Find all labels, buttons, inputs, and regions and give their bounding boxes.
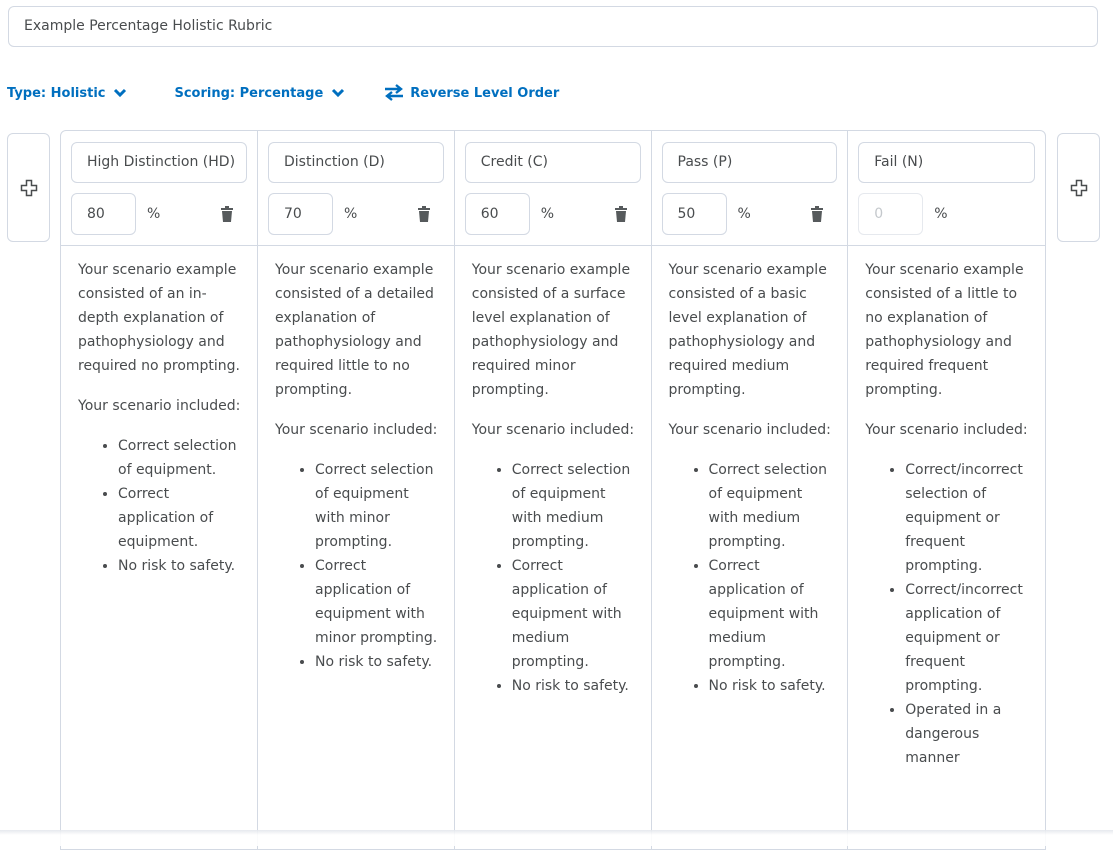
reverse-level-order-button[interactable]: Reverse Level Order [384,84,559,102]
chevron-down-icon [114,88,127,98]
level-percent-input[interactable]: 60 [464,193,530,235]
criteria-bullet: Correct application of equipment with me… [709,554,834,674]
criteria-bullet: Correct application of equipment with me… [512,554,637,674]
level-name-input[interactable]: Credit (C) [464,142,641,183]
level-header: Fail (N) 0 % [848,131,1045,246]
criteria-bullet: Correct selection of equipment with medi… [512,458,637,554]
level-description[interactable]: Your scenario example consisted of a bas… [652,246,848,698]
criteria-list: Correct/incorrect selection of equipment… [865,458,1031,770]
level-column: Credit (C) 60 % Your scenario example co… [454,131,652,849]
percent-sign: % [737,206,751,222]
rubric-name-input[interactable]: Example Percentage Holistic Rubric [8,6,1098,47]
scoring-dropdown[interactable]: Scoring: Percentage [174,84,345,102]
level-percent-input[interactable]: 80 [71,193,136,235]
level-header: Pass (P) 50 % [651,131,848,246]
level-name-input[interactable]: Fail (N) [858,142,1035,183]
description-intro: Your scenario example consisted of a sur… [471,262,631,398]
criteria-bullet: Correct selection of equipment. [118,434,243,482]
plus-icon [20,179,37,196]
criteria-bullet: No risk to safety. [315,650,440,674]
criteria-list: Correct selection of equipment with medi… [472,458,637,698]
level-description[interactable]: Your scenario example consisted of a sur… [455,246,651,698]
scoring-label: Scoring: Percentage [174,85,324,101]
level-column: Pass (P) 50 % Your scenario example cons… [651,131,849,849]
percent-sign: % [540,206,555,222]
level-column: Distinction (D) 70 % Your scenario examp… [258,131,455,849]
level-header: High Distinction (HD) 80 % [61,131,257,246]
criteria-bullet: No risk to safety. [512,674,637,698]
levels-grid: High Distinction (HD) 80 % Your scenario… [60,130,1046,850]
trash-icon[interactable] [221,206,233,222]
level-percent-input[interactable]: 50 [661,193,727,235]
description-included: Your scenario included: [471,422,635,438]
plus-icon [1070,179,1087,196]
description-included: Your scenario included: [865,422,1028,438]
level-name-input[interactable]: High Distinction (HD) [71,142,247,183]
percent-sign: % [147,206,161,222]
criteria-bullet: Operated in a dangerous manner [905,698,1031,770]
trash-icon[interactable] [614,206,627,222]
criteria-bullet: Correct/incorrect selection of equipment… [905,458,1031,578]
description-intro: Your scenario example consisted of an in… [78,262,241,374]
level-name-input[interactable]: Pass (P) [661,142,838,183]
criteria-bullet: Correct selection of equipment with mino… [315,458,440,554]
level-description[interactable]: Your scenario example consisted of a det… [258,246,454,674]
swap-arrows-icon [385,84,404,101]
criteria-bullet: Correct selection of equipment with medi… [709,458,834,554]
trash-icon[interactable] [811,206,824,222]
criteria-list: Correct selection of equipment.Correct a… [78,434,243,578]
description-included: Your scenario included: [78,398,241,414]
level-name-input[interactable]: Distinction (D) [268,142,444,183]
criteria-list: Correct selection of equipment with mino… [275,458,440,674]
level-header: Distinction (D) 70 % [258,131,454,246]
level-percent-input: 0 [858,193,924,235]
description-intro: Your scenario example consisted of a det… [275,262,434,398]
type-dropdown[interactable]: Type: Holistic [7,84,127,102]
chevron-down-icon [332,88,345,98]
description-included: Your scenario included: [275,422,438,438]
criteria-bullet: Correct/incorrect application of equipme… [905,578,1031,698]
level-column: Fail (N) 0 % Your scenario example consi… [848,131,1045,849]
bottom-shadow [0,830,1113,846]
reverse-label: Reverse Level Order [410,85,560,101]
description-intro: Your scenario example consisted of a bas… [668,262,827,398]
percent-sign: % [934,206,948,222]
add-level-start-button[interactable] [7,133,50,242]
criteria-bullet: Correct application of equipment with mi… [315,554,440,650]
level-description[interactable]: Your scenario example consisted of an in… [61,246,257,578]
criteria-bullet: No risk to safety. [118,554,243,578]
rubric-toolbar: Type: Holistic Scoring: Percentage Rever… [7,84,559,102]
criteria-list: Correct selection of equipment with medi… [669,458,834,698]
percent-sign: % [344,206,358,222]
add-level-end-button[interactable] [1057,133,1100,242]
criteria-bullet: Correct application of equipment. [118,482,243,554]
trash-icon[interactable] [417,206,430,222]
type-label: Type: Holistic [7,85,106,101]
description-intro: Your scenario example consisted of a lit… [865,262,1024,398]
level-description[interactable]: Your scenario example consisted of a lit… [848,246,1045,770]
description-included: Your scenario included: [668,422,831,438]
level-header: Credit (C) 60 % [454,131,651,246]
criteria-bullet: No risk to safety. [709,674,834,698]
level-column: High Distinction (HD) 80 % Your scenario… [61,131,258,849]
level-percent-input[interactable]: 70 [268,193,333,235]
